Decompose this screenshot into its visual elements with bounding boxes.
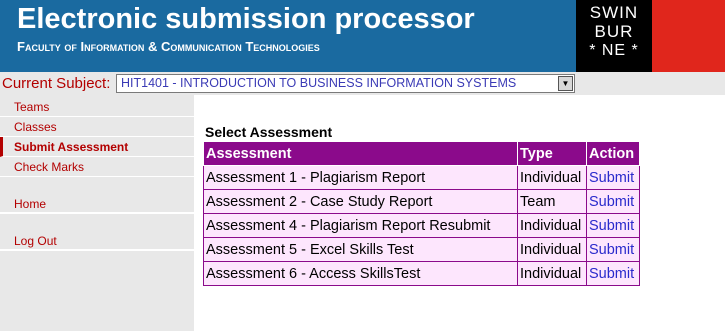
assessment-type: Individual xyxy=(517,213,587,238)
sidebar-item-log-out[interactable]: Log Out xyxy=(0,231,194,251)
university-logo: SWIN BUR * NE * xyxy=(576,0,652,72)
table-row: Assessment 1 - Plagiarism Report Individ… xyxy=(203,165,640,190)
table-row: Assessment 6 - Access SkillsTest Individ… xyxy=(203,261,640,286)
faculty-name: Faculty of Information & Communication T… xyxy=(17,39,320,54)
table-header-row: Assessment Type Action xyxy=(203,141,640,166)
sidebar-item-home[interactable]: Home xyxy=(0,194,194,214)
assessment-name: Assessment 5 - Excel Skills Test xyxy=(203,237,518,262)
assessment-table: Assessment Type Action Assessment 1 - Pl… xyxy=(203,141,640,286)
table-row: Assessment 5 - Excel Skills Test Individ… xyxy=(203,237,640,262)
assessment-type: Individual xyxy=(517,261,587,286)
subject-select[interactable]: HIT1401 - INTRODUCTION TO BUSINESS INFOR… xyxy=(116,74,575,93)
assessment-name: Assessment 6 - Access SkillsTest xyxy=(203,261,518,286)
submit-link[interactable]: Submit xyxy=(586,213,640,238)
sidebar: Teams Classes Submit Assessment Check Ma… xyxy=(0,95,194,331)
logo-line-3: * NE * xyxy=(589,42,639,59)
subject-label: Current Subject: xyxy=(2,75,111,92)
app-title: Electronic submission processor xyxy=(17,3,475,35)
table-row: Assessment 2 - Case Study Report Team Su… xyxy=(203,189,640,214)
app-header: Electronic submission processor Faculty … xyxy=(0,0,725,72)
column-header-assessment: Assessment xyxy=(203,141,518,166)
logo-line-1: SWIN xyxy=(589,3,639,22)
page-title: Select Assessment xyxy=(205,124,333,140)
sidebar-item-teams[interactable]: Teams xyxy=(0,97,194,117)
sidebar-item-classes[interactable]: Classes xyxy=(0,117,194,137)
assessment-name: Assessment 4 - Plagiarism Report Resubmi… xyxy=(203,213,518,238)
assessment-name: Assessment 1 - Plagiarism Report xyxy=(203,165,518,190)
subject-selected-value: HIT1401 - INTRODUCTION TO BUSINESS INFOR… xyxy=(121,76,517,90)
submit-link[interactable]: Submit xyxy=(586,189,640,214)
assessment-type: Individual xyxy=(517,237,587,262)
submit-link[interactable]: Submit xyxy=(586,261,640,286)
assessment-type: Individual xyxy=(517,165,587,190)
assessment-name: Assessment 2 - Case Study Report xyxy=(203,189,518,214)
logo-red-block xyxy=(652,0,725,72)
column-header-action: Action xyxy=(586,141,640,166)
sidebar-item-check-marks[interactable]: Check Marks xyxy=(0,157,194,177)
sidebar-item-submit-assessment[interactable]: Submit Assessment xyxy=(0,137,194,157)
submit-link[interactable]: Submit xyxy=(586,237,640,262)
table-row: Assessment 4 - Plagiarism Report Resubmi… xyxy=(203,213,640,238)
column-header-type: Type xyxy=(517,141,587,166)
submit-link[interactable]: Submit xyxy=(586,165,640,190)
subject-bar: Current Subject: HIT1401 - INTRODUCTION … xyxy=(0,72,725,95)
logo-line-2: BUR xyxy=(594,22,634,41)
chevron-down-icon[interactable]: ▼ xyxy=(558,76,573,91)
assessment-type: Team xyxy=(517,189,587,214)
